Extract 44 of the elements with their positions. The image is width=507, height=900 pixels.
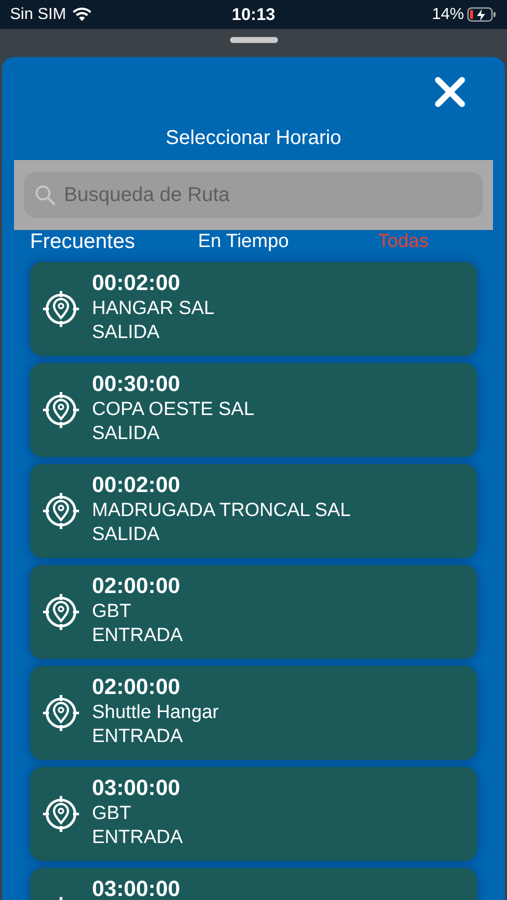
schedule-card[interactable]: 03:00:00 GBT ENTRADA xyxy=(30,767,477,861)
battery-percent: 14% xyxy=(432,6,464,24)
tab[interactable]: En Tiempo xyxy=(198,231,378,253)
route-name: Shuttle Hangar xyxy=(92,702,219,724)
search-field[interactable]: Busqueda de Ruta xyxy=(24,172,483,218)
battery-charging-icon xyxy=(467,7,497,22)
carrier-label: Sin SIM xyxy=(10,6,66,24)
tab[interactable]: Frecuentes xyxy=(30,230,198,254)
schedule-card[interactable]: 00:30:00 COPA OESTE SAL SALIDA xyxy=(30,363,477,457)
schedule-card[interactable]: 00:02:00 HANGAR SAL SALIDA xyxy=(30,262,477,356)
schedule-card[interactable]: 02:00:00 Shuttle Hangar ENTRADA xyxy=(30,666,477,760)
location-target-icon xyxy=(40,288,82,330)
location-target-icon xyxy=(40,692,82,734)
location-target-icon xyxy=(40,793,82,835)
schedule-card[interactable]: 00:02:00 MADRUGADA TRONCAL SAL SALIDA xyxy=(30,464,477,558)
departure-time: 00:02:00 xyxy=(92,270,182,296)
route-name: GBT xyxy=(92,803,132,825)
departure-time: 02:00:00 xyxy=(92,674,182,700)
close-icon xyxy=(433,75,467,109)
route-name: MADRUGADA TRONCAL SAL xyxy=(92,500,351,522)
direction-label: SALIDA xyxy=(92,524,161,546)
route-name: GBT xyxy=(92,601,132,623)
route-name: HANGAR SAL xyxy=(92,298,214,320)
location-target-icon xyxy=(40,389,82,431)
drag-handle[interactable] xyxy=(230,37,278,43)
departure-time: 00:30:00 xyxy=(92,371,182,397)
direction-label: ENTRADA xyxy=(92,625,183,647)
location-target-icon xyxy=(40,490,82,532)
direction-label: ENTRADA xyxy=(92,726,184,748)
departure-time: 00:02:00 xyxy=(92,472,182,498)
departure-time: 03:00:00 xyxy=(92,876,180,900)
route-name: COPA OESTE SAL xyxy=(92,399,254,421)
schedule-card[interactable]: 02:00:00 GBT ENTRADA xyxy=(30,565,477,659)
departure-time: 03:00:00 xyxy=(92,775,182,801)
location-target-icon xyxy=(40,591,82,633)
direction-label: SALIDA xyxy=(92,322,161,344)
wifi-icon xyxy=(72,7,92,22)
direction-label: ENTRADA xyxy=(92,827,183,849)
close-button[interactable] xyxy=(433,75,467,109)
schedule-card[interactable]: 03:00:00 xyxy=(30,868,477,900)
direction-label: SALIDA xyxy=(92,423,161,445)
departure-time: 02:00:00 xyxy=(92,573,182,599)
clock: 10:13 xyxy=(232,4,276,24)
sheet-title: Seleccionar Horario xyxy=(164,127,342,150)
